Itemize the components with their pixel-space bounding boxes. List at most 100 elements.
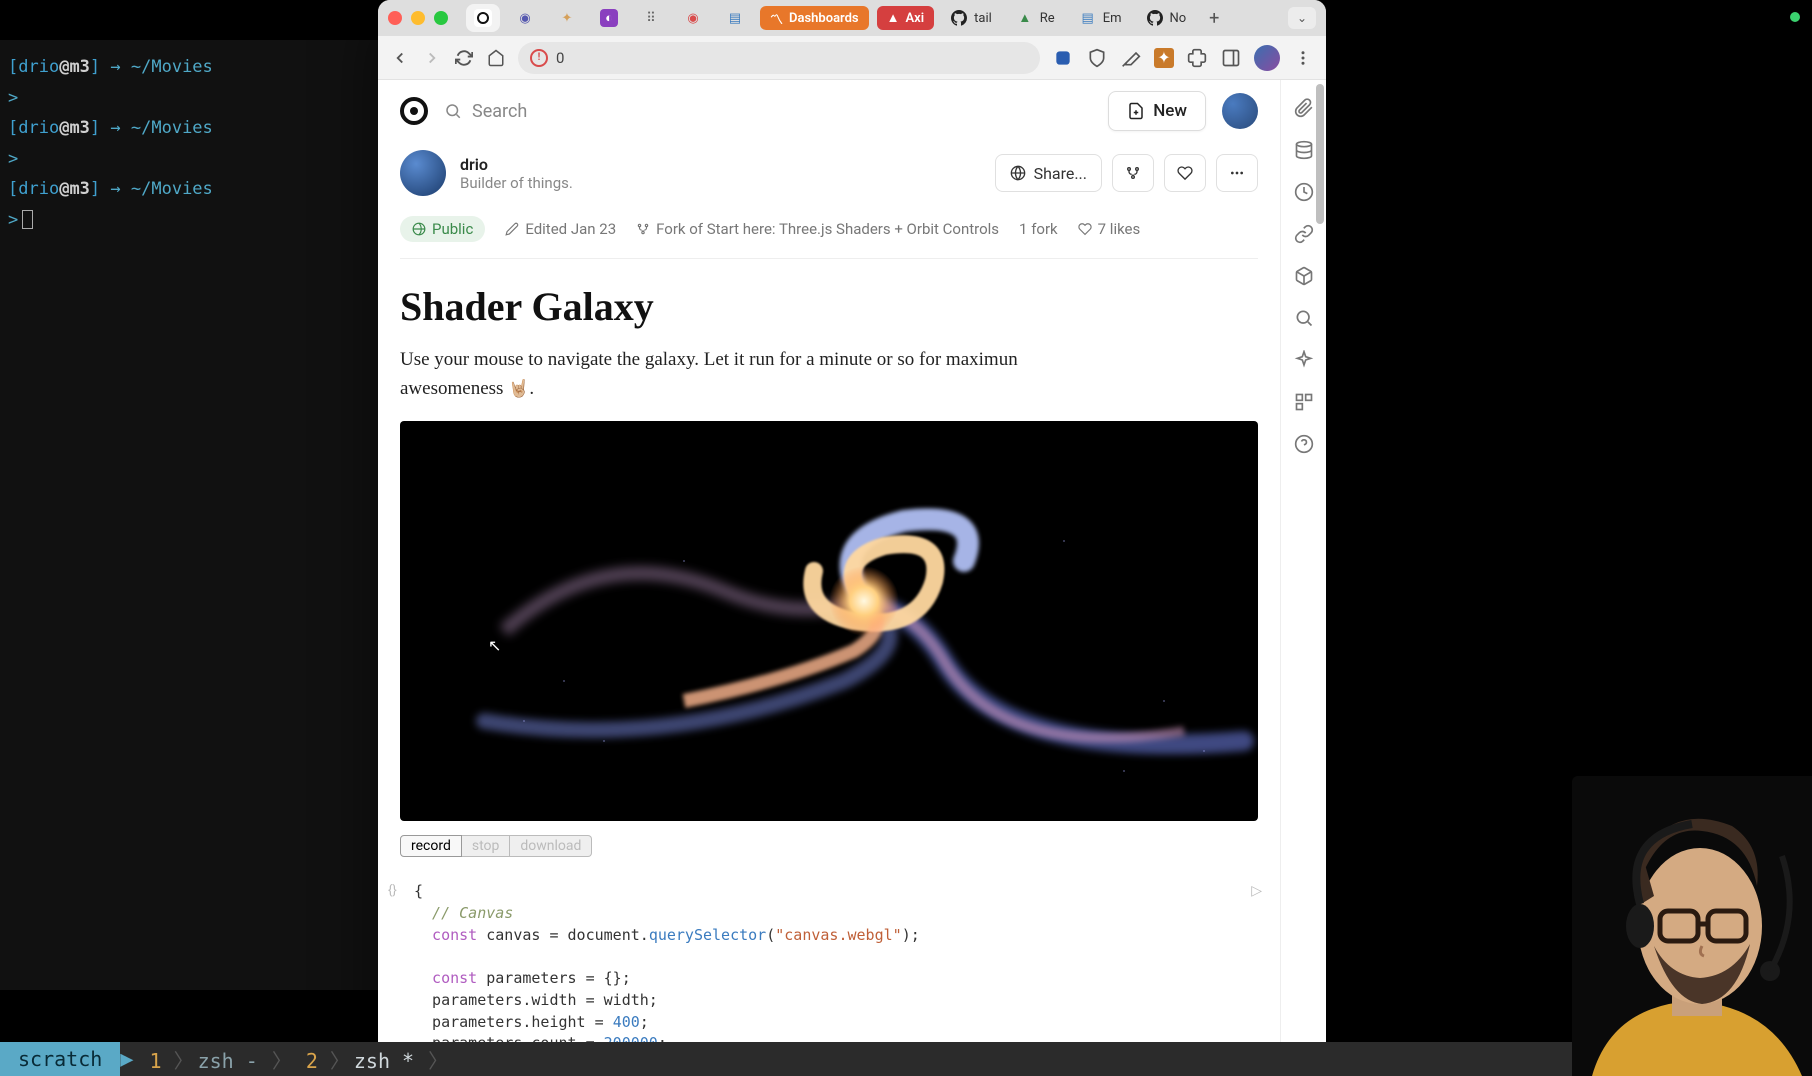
find-icon[interactable] xyxy=(1294,308,1314,328)
terminal-prompt: > xyxy=(8,144,372,175)
right-rail xyxy=(1280,80,1326,1060)
author-tagline: Builder of things. xyxy=(460,174,573,192)
close-icon[interactable] xyxy=(388,11,402,25)
code-content[interactable]: { // Canvas const canvas = document.quer… xyxy=(390,881,1268,1055)
browser-toolbar: ! 0 ✦ xyxy=(378,36,1326,80)
tab-doc[interactable]: ▤ xyxy=(718,4,752,32)
terminal-prompt: > xyxy=(8,83,372,114)
tab-teams[interactable]: ◉ xyxy=(508,4,542,32)
tab-github-tail[interactable]: tail xyxy=(942,4,1000,32)
home-button[interactable] xyxy=(486,48,506,68)
search-placeholder: Search xyxy=(472,101,527,122)
tab-observable[interactable] xyxy=(466,4,500,32)
github-icon xyxy=(950,9,968,27)
window-controls xyxy=(388,11,448,25)
search-input[interactable]: Search xyxy=(444,101,1092,122)
site-info-icon[interactable]: ! xyxy=(530,49,548,67)
terminal-window[interactable]: [drio@m3] → ~/Movies > [drio@m3] → ~/Mov… xyxy=(0,40,380,990)
webcam-overlay xyxy=(1572,776,1812,1076)
ext-shield[interactable] xyxy=(1086,47,1108,69)
like-button[interactable] xyxy=(1164,154,1206,192)
maximize-icon[interactable] xyxy=(434,11,448,25)
tab-claude[interactable]: ✦ xyxy=(550,4,584,32)
grid-icon: ⠿ xyxy=(642,9,660,27)
tab-axiom[interactable]: ▲Axi xyxy=(877,6,935,30)
tab-github-no[interactable]: No xyxy=(1138,4,1195,32)
terminal-line: [drio@m3] → ~/Movies xyxy=(8,113,372,144)
stop-button[interactable]: stop xyxy=(462,835,511,857)
terminal-line: [drio@m3] → ~/Movies xyxy=(8,52,372,83)
tmux-status-bar: scratch ▶ 1〉zsh - 〉 2〉zsh * 〉 〈2024-02-1… xyxy=(0,1042,1812,1076)
author-block: drio Builder of things. Share... xyxy=(400,150,1258,196)
galaxy-canvas[interactable]: ↖ xyxy=(400,421,1258,821)
app-icon: ◐ xyxy=(600,9,618,27)
history-icon[interactable] xyxy=(1294,182,1314,202)
visibility-badge: Public xyxy=(400,216,485,242)
user-avatar[interactable] xyxy=(1222,93,1258,129)
terminal-line: [drio@m3] → ~/Movies xyxy=(8,174,372,205)
author-avatar[interactable] xyxy=(400,150,446,196)
tab-strip: ◉ ✦ ◐ ⠿ ◉ ▤ 〽Dashboards ▲Axi tail ▲Re ▤E… xyxy=(378,0,1326,36)
doc-icon: ▤ xyxy=(1079,9,1097,27)
like-count[interactable]: 7 likes xyxy=(1078,220,1141,238)
new-button[interactable]: New xyxy=(1108,91,1206,131)
code-cell[interactable]: {} ▷ { // Canvas const canvas = document… xyxy=(390,881,1268,1055)
tmux-window-1[interactable]: 1〉zsh - xyxy=(140,1045,268,1074)
share-button[interactable]: Share... xyxy=(995,154,1102,192)
url-text: 0 xyxy=(556,49,564,67)
fork-source[interactable]: Fork of Start here: Three.js Shaders + O… xyxy=(636,220,999,238)
sidepanel-button[interactable] xyxy=(1220,47,1242,69)
attach-icon[interactable] xyxy=(1294,98,1314,118)
download-button[interactable]: download xyxy=(510,835,592,857)
record-buttons: record stop download xyxy=(400,835,1258,857)
back-button[interactable] xyxy=(390,48,410,68)
dependencies-icon[interactable] xyxy=(1294,224,1314,244)
tab-purple[interactable]: ◐ xyxy=(592,4,626,32)
tab-red[interactable]: ◉ xyxy=(676,4,710,32)
extensions-button[interactable] xyxy=(1186,47,1208,69)
drive-icon: ▲ xyxy=(1016,9,1034,27)
reload-button[interactable] xyxy=(454,48,474,68)
chevron-right-icon: ▶ xyxy=(120,1047,133,1072)
axiom-icon: ▲ xyxy=(887,10,900,26)
mouse-cursor-icon: ↖ xyxy=(488,636,501,655)
doc-icon: ▤ xyxy=(726,9,744,27)
browser-window: ◉ ✦ ◐ ⠿ ◉ ▤ 〽Dashboards ▲Axi tail ▲Re ▤E… xyxy=(378,0,1326,1060)
data-icon[interactable] xyxy=(1294,140,1314,160)
cell-run-icon[interactable]: ▷ xyxy=(1251,883,1262,899)
profile-avatar[interactable] xyxy=(1254,45,1280,71)
ext-1password[interactable] xyxy=(1052,47,1074,69)
minimize-icon[interactable] xyxy=(411,11,425,25)
observable-header: Search New xyxy=(378,80,1280,142)
tab-drive[interactable]: ▲Re xyxy=(1008,4,1063,32)
minimap-icon[interactable] xyxy=(1294,392,1314,412)
tmux-window-2[interactable]: 2〉zsh * xyxy=(296,1045,424,1074)
observable-logo[interactable] xyxy=(400,97,428,125)
observable-icon xyxy=(474,9,492,27)
more-button[interactable] xyxy=(1216,154,1258,192)
cursor-icon xyxy=(22,210,33,229)
ai-icon: ✦ xyxy=(558,9,576,27)
url-bar[interactable]: ! 0 xyxy=(518,42,1040,74)
author-name[interactable]: drio xyxy=(460,155,573,174)
ext-brush[interactable] xyxy=(1120,47,1142,69)
package-icon[interactable] xyxy=(1294,266,1314,286)
menu-button[interactable] xyxy=(1292,47,1314,69)
terminal-prompt-active[interactable]: > xyxy=(8,205,372,236)
help-icon[interactable] xyxy=(1294,434,1314,454)
tmux-session[interactable]: scratch xyxy=(0,1042,120,1076)
tabs-dropdown[interactable]: ⌄ xyxy=(1288,7,1316,29)
tab-doc-em[interactable]: ▤Em xyxy=(1071,4,1130,32)
forward-button[interactable] xyxy=(422,48,442,68)
new-tab-button[interactable]: + xyxy=(1202,6,1226,30)
fork-count[interactable]: 1 fork xyxy=(1019,220,1058,238)
tab-dashboards[interactable]: 〽Dashboards xyxy=(760,6,869,30)
record-icon: ◉ xyxy=(684,9,702,27)
cell-gutter-icon[interactable]: {} xyxy=(388,883,397,898)
ai-assist-icon[interactable] xyxy=(1294,350,1314,370)
ext-pinboard[interactable]: ✦ xyxy=(1154,48,1174,68)
fork-button[interactable] xyxy=(1112,154,1154,192)
tab-grid[interactable]: ⠿ xyxy=(634,4,668,32)
page-content: Search New drio Builder of things. xyxy=(378,80,1326,1060)
record-button[interactable]: record xyxy=(400,835,462,857)
